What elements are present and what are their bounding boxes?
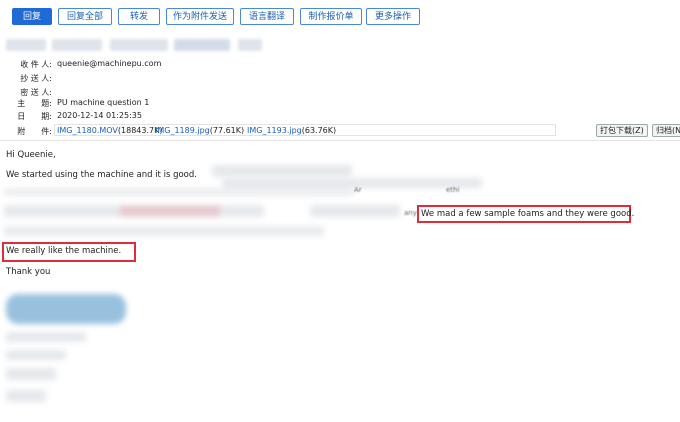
obscured-text bbox=[4, 188, 354, 196]
obscured-signature bbox=[6, 350, 66, 360]
greeting-text: Hi Queenie, bbox=[6, 150, 56, 160]
date-value: 2020-12-14 01:25:35 bbox=[57, 111, 142, 120]
obscured-text bbox=[222, 178, 482, 188]
obscured-signature bbox=[6, 332, 86, 342]
obscured-signature bbox=[6, 294, 126, 324]
forward-as-attachment-button[interactable]: 作为附件发送 bbox=[166, 8, 234, 25]
translate-button[interactable]: 语言翻译 bbox=[240, 8, 294, 25]
more-actions-button[interactable]: 更多操作 bbox=[366, 8, 420, 25]
obscured-text bbox=[120, 206, 220, 216]
highlighted-text: We really like the machine. bbox=[2, 242, 136, 262]
toolbar: 回复 回复全部 转发 作为附件发送 语言翻译 制作报价单 更多操作 bbox=[0, 0, 680, 30]
header-divider bbox=[0, 140, 680, 141]
fragment-text: ethi bbox=[446, 186, 460, 194]
obscured-text bbox=[310, 205, 400, 217]
fragment-text: any bbox=[404, 209, 417, 217]
to-value[interactable]: queenie@machinepu.com bbox=[57, 59, 161, 68]
attachment-link[interactable]: IMG_1193.jpg(63.76K) bbox=[247, 126, 336, 135]
obscured-text bbox=[4, 226, 324, 236]
to-label: 收 件 人: bbox=[20, 60, 52, 69]
fragment-text: Ar bbox=[354, 186, 362, 194]
attachment-link[interactable]: IMG_1180.MOV(18843.7K) bbox=[57, 126, 162, 135]
reply-all-button[interactable]: 回复全部 bbox=[58, 8, 112, 25]
archive-button[interactable]: 归档(N) bbox=[652, 124, 680, 137]
attachment-link[interactable]: IMG_1189.jpg(77.61K) bbox=[155, 126, 244, 135]
make-quote-button[interactable]: 制作报价单 bbox=[300, 8, 362, 25]
obscured-text bbox=[212, 165, 352, 177]
subject-value: PU machine question 1 bbox=[57, 98, 150, 107]
subject-label: 主 题: bbox=[17, 99, 52, 108]
highlighted-text: We mad a few sample foams and they were … bbox=[417, 205, 634, 223]
forward-button[interactable]: 转发 bbox=[118, 8, 160, 25]
obscured-tag-strip bbox=[6, 37, 276, 53]
cc-label: 抄 送 人: bbox=[20, 74, 52, 83]
bcc-label: 密 送 人: bbox=[20, 88, 52, 97]
reply-button[interactable]: 回复 bbox=[12, 8, 52, 25]
date-label: 日 期: bbox=[17, 112, 52, 121]
obscured-signature bbox=[6, 390, 46, 402]
closing-text: Thank you bbox=[6, 267, 51, 277]
body-line: We started using the machine and it is g… bbox=[6, 170, 197, 180]
download-all-button[interactable]: 打包下载(Z) bbox=[596, 124, 648, 137]
obscured-signature bbox=[6, 368, 56, 380]
attachment-label: 附 件: bbox=[17, 127, 52, 136]
